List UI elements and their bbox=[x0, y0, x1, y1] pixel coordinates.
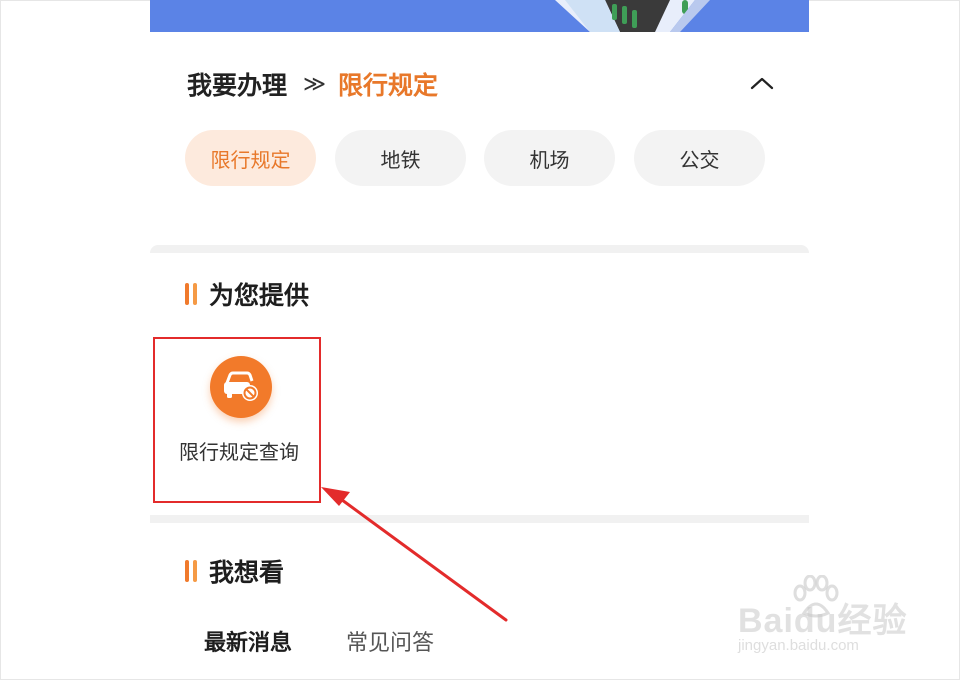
watermark-brand: Baidu经验 bbox=[738, 602, 908, 640]
watermark-url: jingyan.baidu.com bbox=[738, 637, 859, 654]
baidu-watermark: Baidu经验 jingyan.baidu.com bbox=[732, 575, 932, 665]
